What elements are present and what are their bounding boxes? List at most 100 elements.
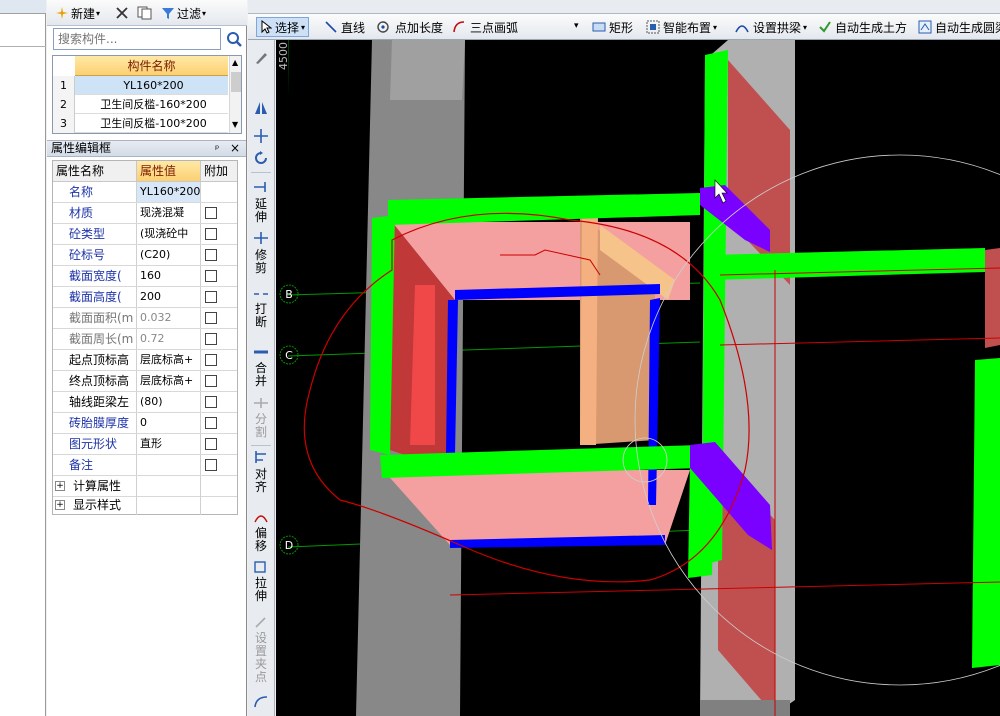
auto-round-icon xyxy=(918,20,932,34)
split-button[interactable]: 分割 xyxy=(250,413,272,441)
break-button[interactable]: 打断 xyxy=(250,303,272,331)
property-row[interactable]: 终点顶标高 层底标高+ xyxy=(53,371,237,392)
search-icon xyxy=(227,32,242,47)
rect-button[interactable]: 矩形 xyxy=(592,17,633,37)
search-button[interactable] xyxy=(225,29,243,49)
extra-checkbox[interactable] xyxy=(205,354,217,366)
property-row[interactable]: 材质 现浇混凝 xyxy=(53,203,237,224)
property-row[interactable]: 截面面积(m 0.032 xyxy=(53,308,237,329)
extra-checkbox[interactable] xyxy=(205,438,217,450)
property-row[interactable]: 起点顶标高 层底标高+ xyxy=(53,350,237,371)
row-number: 2 xyxy=(53,95,75,114)
select-label: 选择 xyxy=(275,20,300,35)
extra-checkbox[interactable] xyxy=(205,459,217,471)
arc-mode-dropdown[interactable] xyxy=(452,17,586,36)
axis-label-d: D xyxy=(285,539,293,552)
chevron-down-icon[interactable]: ▾ xyxy=(574,21,579,31)
point-length-icon xyxy=(377,21,389,33)
property-group-row[interactable]: + 计算属性 xyxy=(53,476,237,497)
property-row[interactable]: 轴线距梁左 (80) xyxy=(53,392,237,413)
property-value[interactable]: 160 xyxy=(137,266,201,286)
pin-icon[interactable]: ᵖ xyxy=(215,142,219,157)
extra-checkbox[interactable] xyxy=(205,249,217,261)
scroll-up-icon[interactable]: ▲ xyxy=(232,58,238,67)
slab-middle-edge xyxy=(580,212,598,445)
component-toolbar: 新建 ▾ 过滤 ▾ xyxy=(47,0,247,26)
extra-checkbox[interactable] xyxy=(205,312,217,324)
property-row[interactable]: 图元形状 直形 xyxy=(53,434,237,455)
set-grip-button[interactable]: 设置夹点 xyxy=(250,632,272,684)
property-row[interactable]: 截面高度(200 xyxy=(53,287,237,308)
property-value[interactable] xyxy=(137,455,201,475)
new-button[interactable]: 新建 ▾ xyxy=(55,3,100,23)
chevron-down-icon: ▾ xyxy=(713,22,718,32)
auto-round-beam-button[interactable]: 自动生成圆梁 xyxy=(918,17,1000,37)
filter-button[interactable]: 过滤 ▾ xyxy=(161,3,206,23)
toolbar-separator xyxy=(251,445,271,446)
line-button[interactable]: 直线 xyxy=(324,17,365,37)
property-row[interactable]: 砖胎膜厚度 0 xyxy=(53,413,237,434)
mirror-icon[interactable] xyxy=(253,100,269,116)
list-item[interactable]: 2 卫生间反槛-160*200 xyxy=(53,95,228,114)
stretch-button[interactable]: 拉伸 xyxy=(250,577,272,605)
property-group-name: 计算属性 xyxy=(53,476,137,496)
property-name: 砼类型 xyxy=(53,224,137,244)
rotate-icon[interactable] xyxy=(253,150,269,166)
property-row[interactable]: 截面周长(m 0.72 xyxy=(53,329,237,350)
property-value[interactable]: (C20) xyxy=(137,245,201,265)
property-row[interactable]: 备注 xyxy=(53,455,237,476)
align-button[interactable]: 对齐 xyxy=(250,468,272,496)
extra-checkbox[interactable] xyxy=(205,270,217,282)
extra-checkbox[interactable] xyxy=(205,207,217,219)
strip-tab[interactable] xyxy=(0,0,46,14)
property-row[interactable]: 名称 YL160*200 xyxy=(53,182,237,203)
scroll-thumb[interactable] xyxy=(231,72,241,92)
list-item[interactable]: 3 卫生间反槛-100*200 xyxy=(53,114,228,133)
property-row[interactable]: 砼类型 (现浇砼中 xyxy=(53,224,237,245)
smart-layout-button[interactable]: 智能布置 ▾ xyxy=(646,17,717,37)
extra-checkbox[interactable] xyxy=(205,333,217,345)
split-icon xyxy=(254,398,268,408)
property-value[interactable]: 层底标高+ xyxy=(137,371,201,391)
select-button[interactable]: 选择 ▾ xyxy=(256,17,310,37)
property-row[interactable]: 砼标号 (C20) xyxy=(53,245,237,266)
property-name: 砖胎膜厚度 xyxy=(53,413,137,433)
extra-checkbox[interactable] xyxy=(205,417,217,429)
property-value[interactable]: (80) xyxy=(137,392,201,412)
property-row[interactable]: 截面宽度(160 xyxy=(53,266,237,287)
property-value[interactable]: YL160*200 xyxy=(137,182,201,202)
property-value[interactable]: 直形 xyxy=(137,434,201,454)
property-value[interactable]: 0 xyxy=(137,413,201,433)
extra-checkbox[interactable] xyxy=(205,396,217,408)
property-value[interactable]: 层底标高+ xyxy=(137,350,201,370)
list-item[interactable]: 1 YL160*200 xyxy=(53,76,228,95)
trim-icon xyxy=(254,232,268,244)
property-value[interactable]: (现浇砼中 xyxy=(137,224,201,244)
move-icon[interactable] xyxy=(253,128,269,144)
delete-button[interactable] xyxy=(115,3,129,23)
scroll-down-icon[interactable]: ▼ xyxy=(232,120,238,129)
property-value[interactable]: 现浇混凝 xyxy=(137,203,201,223)
extra-checkbox[interactable] xyxy=(205,375,217,387)
set-arch-beam-button[interactable]: 设置拱梁 ▾ xyxy=(734,17,807,37)
point-length-button[interactable]: 点加长度 xyxy=(376,17,443,37)
search-input[interactable] xyxy=(53,28,221,50)
extend-button[interactable]: 延伸 xyxy=(250,198,272,226)
copy-button[interactable] xyxy=(137,3,153,23)
col-header-name: 属性名称 xyxy=(53,161,137,182)
offset-button[interactable]: 偏移 xyxy=(250,527,272,555)
pen-icon[interactable] xyxy=(253,50,269,66)
canvas-ruler xyxy=(276,40,288,716)
trim-button[interactable]: 修剪 xyxy=(250,249,272,277)
list-scrollbar[interactable]: ▲ ▼ xyxy=(229,56,241,133)
property-group-row[interactable]: + 显示样式 xyxy=(53,495,237,516)
auto-earthwork-button[interactable]: 自动生成土方 xyxy=(818,17,907,37)
close-icon[interactable]: × xyxy=(230,141,240,156)
axis-label-b: B xyxy=(285,288,293,301)
merge-button[interactable]: 合并 xyxy=(250,362,272,390)
property-value[interactable]: 200 xyxy=(137,287,201,307)
extra-checkbox[interactable] xyxy=(205,291,217,303)
extra-checkbox[interactable] xyxy=(205,228,217,240)
drawing-canvas[interactable]: 4500 B C D xyxy=(276,40,1000,716)
model-view: 4500 B C D xyxy=(276,40,1000,716)
